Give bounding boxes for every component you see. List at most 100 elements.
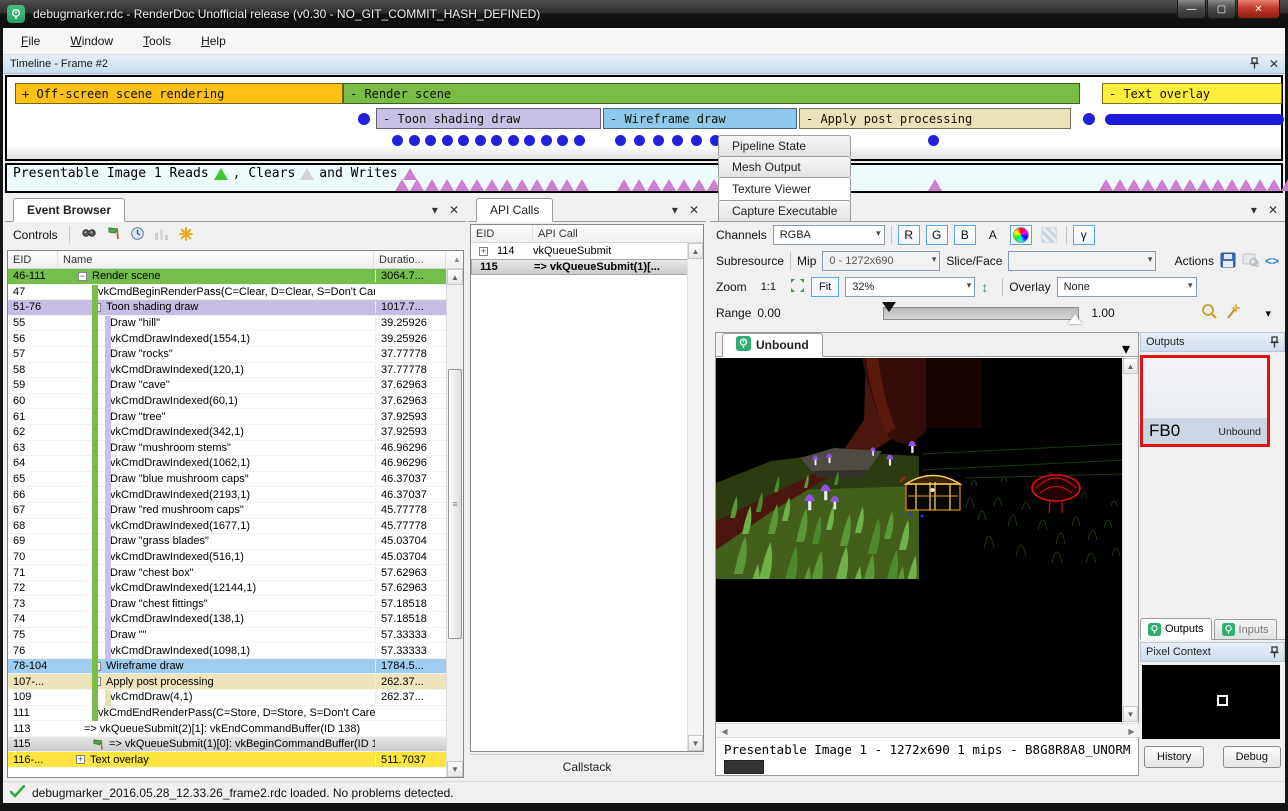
fb0-thumbnail[interactable]: FB0 Unbound: [1140, 355, 1270, 447]
overlay-select[interactable]: None▾: [1057, 277, 1197, 297]
texture-viewer-tab[interactable]: Pipeline State: [718, 135, 851, 156]
table-row[interactable]: 61 Draw "tree" 37.92593: [8, 409, 446, 425]
red-channel-button[interactable]: R: [898, 225, 920, 245]
table-row[interactable]: 68 vkCmdDrawIndexed(1677,1) 45.77778: [8, 519, 446, 535]
close-icon[interactable]: ✕: [1269, 57, 1279, 71]
zoom-1-1-button[interactable]: 1:1: [753, 277, 784, 297]
save-icon[interactable]: [1220, 252, 1236, 271]
texture-viewer-tab[interactable]: Capture Executable: [718, 200, 851, 221]
scroll-down-arrow[interactable]: ▼: [688, 735, 703, 751]
column-eid[interactable]: EID: [471, 225, 533, 242]
api-call-row[interactable]: +114 vkQueueSubmit: [471, 243, 703, 259]
close-icon[interactable]: ✕: [689, 203, 699, 217]
flip-vertical-icon[interactable]: ↕: [981, 279, 988, 295]
range-black-handle[interactable]: [882, 302, 896, 312]
table-row[interactable]: 47 vkCmdBeginRenderPass(C=Clear, D=Clear…: [8, 285, 446, 301]
close-icon[interactable]: ✕: [449, 203, 459, 217]
range-max-value[interactable]: 1.00: [1085, 306, 1195, 320]
autofit-wand-icon[interactable]: [1224, 303, 1241, 323]
menu-item[interactable]: File: [21, 34, 40, 48]
table-row[interactable]: 51-76 − Toon shading draw 1017.7...: [8, 300, 446, 316]
history-button[interactable]: History: [1144, 746, 1204, 768]
timeline-marker-bar[interactable]: + Off-screen scene rendering: [15, 83, 343, 104]
scroll-down-arrow[interactable]: ▼: [447, 761, 463, 777]
expander-icon[interactable]: +: [479, 247, 488, 256]
fit-button[interactable]: Fit: [811, 277, 839, 297]
table-row[interactable]: 67 Draw "red mushroom caps" 45.77778: [8, 503, 446, 519]
time-draws-icon[interactable]: [130, 226, 145, 244]
timeline-marker-bar[interactable]: - Apply post processing: [799, 108, 1071, 129]
zoom-percent-select[interactable]: 32%▾: [845, 277, 975, 297]
timeline-panel[interactable]: + Off-screen scene rendering- Render sce…: [5, 75, 1283, 161]
table-row[interactable]: 63 Draw "mushroom stems" 46.96296: [8, 441, 446, 457]
column-duration[interactable]: Duratio...: [374, 251, 446, 268]
chevron-down-icon[interactable]: ▾: [1251, 203, 1257, 217]
column-api-call[interactable]: API Call: [533, 225, 703, 242]
scroll-left-arrow[interactable]: ◀: [717, 725, 732, 737]
callstack-section[interactable]: Callstack: [470, 754, 704, 778]
menu-item[interactable]: Help: [201, 34, 226, 48]
table-row[interactable]: 58 vkCmdDrawIndexed(120,1) 37.77778: [8, 363, 446, 379]
zoom-range-icon[interactable]: [1201, 303, 1218, 323]
settings-asterisk-icon[interactable]: [178, 226, 194, 245]
close-button[interactable]: ✕: [1237, 0, 1280, 19]
table-row[interactable]: 109 vkCmdDraw(4,1) 262.37...: [8, 690, 446, 706]
debug-button[interactable]: Debug: [1223, 746, 1281, 768]
table-row[interactable]: 75 Draw "" 57.33333: [8, 628, 446, 644]
alpha-channel-button[interactable]: A: [982, 225, 1004, 245]
table-row[interactable]: 59 Draw "cave" 37.62963: [8, 378, 446, 394]
close-icon[interactable]: ✕: [1268, 203, 1278, 217]
timeline-marker-bar[interactable]: - Toon shading draw: [376, 108, 601, 129]
open-new-window-icon[interactable]: <>: [1265, 254, 1279, 268]
toolbar-overflow-button[interactable]: ▾: [1257, 303, 1279, 323]
green-channel-button[interactable]: G: [926, 225, 948, 245]
table-row[interactable]: 69 Draw "grass blades" 45.03704: [8, 534, 446, 550]
texture-viewer-tab[interactable]: Mesh Output: [718, 156, 851, 177]
table-row[interactable]: 107-... − Apply post processing 262.37..…: [8, 674, 446, 690]
event-scrollbar[interactable]: ▲ ≡ ▼: [446, 269, 463, 777]
pin-icon[interactable]: [1270, 646, 1279, 658]
table-row[interactable]: 116-... + Text overlay 511.7037: [8, 752, 446, 768]
api-call-row[interactable]: 115 => vkQueueSubmit(1)[...: [471, 259, 703, 275]
checkerboard-button[interactable]: [1038, 225, 1060, 245]
range-min-value[interactable]: 0.00: [757, 306, 877, 320]
timeline-marker-bar[interactable]: - Render scene: [343, 83, 1080, 104]
texture-vertical-scrollbar[interactable]: ▲ ▼: [1122, 358, 1138, 722]
table-row[interactable]: 71 Draw "chest box" 57.62963: [8, 565, 446, 581]
table-row[interactable]: 111 vkCmdEndRenderPass(C=Store, D=Store,…: [8, 706, 446, 722]
table-row[interactable]: 55 Draw "hill" 39.25926: [8, 316, 446, 332]
pixel-context-view[interactable]: [1142, 665, 1280, 739]
texture-image[interactable]: [716, 358, 1123, 722]
expander-icon[interactable]: −: [78, 272, 87, 281]
table-row[interactable]: 73 Draw "chest fittings" 57.18518: [8, 596, 446, 612]
table-row[interactable]: 66 vkCmdDrawIndexed(2193,1) 46.37037: [8, 487, 446, 503]
menu-item[interactable]: Tools: [143, 34, 171, 48]
table-row[interactable]: 76 vkCmdDrawIndexed(1098,1) 57.33333: [8, 643, 446, 659]
timeline-marker-bar[interactable]: - Text overlay: [1102, 83, 1282, 104]
pin-icon[interactable]: [1270, 336, 1279, 348]
table-row[interactable]: 65 Draw "blue mushroom caps" 46.37037: [8, 472, 446, 488]
table-row[interactable]: 64 vkCmdDrawIndexed(1062,1) 46.96296: [8, 456, 446, 472]
range-white-handle[interactable]: [1068, 314, 1082, 324]
find-icon[interactable]: [81, 227, 97, 244]
chevron-down-icon[interactable]: ▾: [672, 203, 678, 217]
table-row[interactable]: 78-104 + Wireframe draw 1784.5...: [8, 659, 446, 675]
menu-item[interactable]: Window: [70, 34, 113, 48]
maximize-button[interactable]: ▢: [1207, 0, 1236, 19]
table-row[interactable]: 46-111 − Render scene 3064.7...: [8, 269, 446, 285]
scrollbar-thumb[interactable]: ≡: [448, 369, 462, 639]
scroll-down-arrow[interactable]: ▼: [1123, 706, 1138, 722]
channels-mode-select[interactable]: RGBA▾: [773, 225, 885, 245]
chevron-down-icon[interactable]: ▾: [432, 203, 438, 217]
minimize-button[interactable]: —: [1177, 0, 1206, 19]
table-row[interactable]: 57 Draw "rocks" 37.77778: [8, 347, 446, 363]
tab-event-browser[interactable]: Event Browser: [13, 198, 125, 222]
expander-icon[interactable]: +: [76, 755, 85, 764]
pin-icon[interactable]: [1250, 57, 1259, 71]
link-icon[interactable]: [1242, 252, 1259, 270]
chevron-down-icon[interactable]: ▾: [1122, 339, 1130, 359]
column-name[interactable]: Name: [58, 251, 374, 268]
color-wheel-button[interactable]: [1010, 225, 1032, 245]
slice-face-select[interactable]: ▾: [1008, 251, 1156, 271]
timeline-marker-bar[interactable]: - Wireframe draw: [603, 108, 797, 129]
